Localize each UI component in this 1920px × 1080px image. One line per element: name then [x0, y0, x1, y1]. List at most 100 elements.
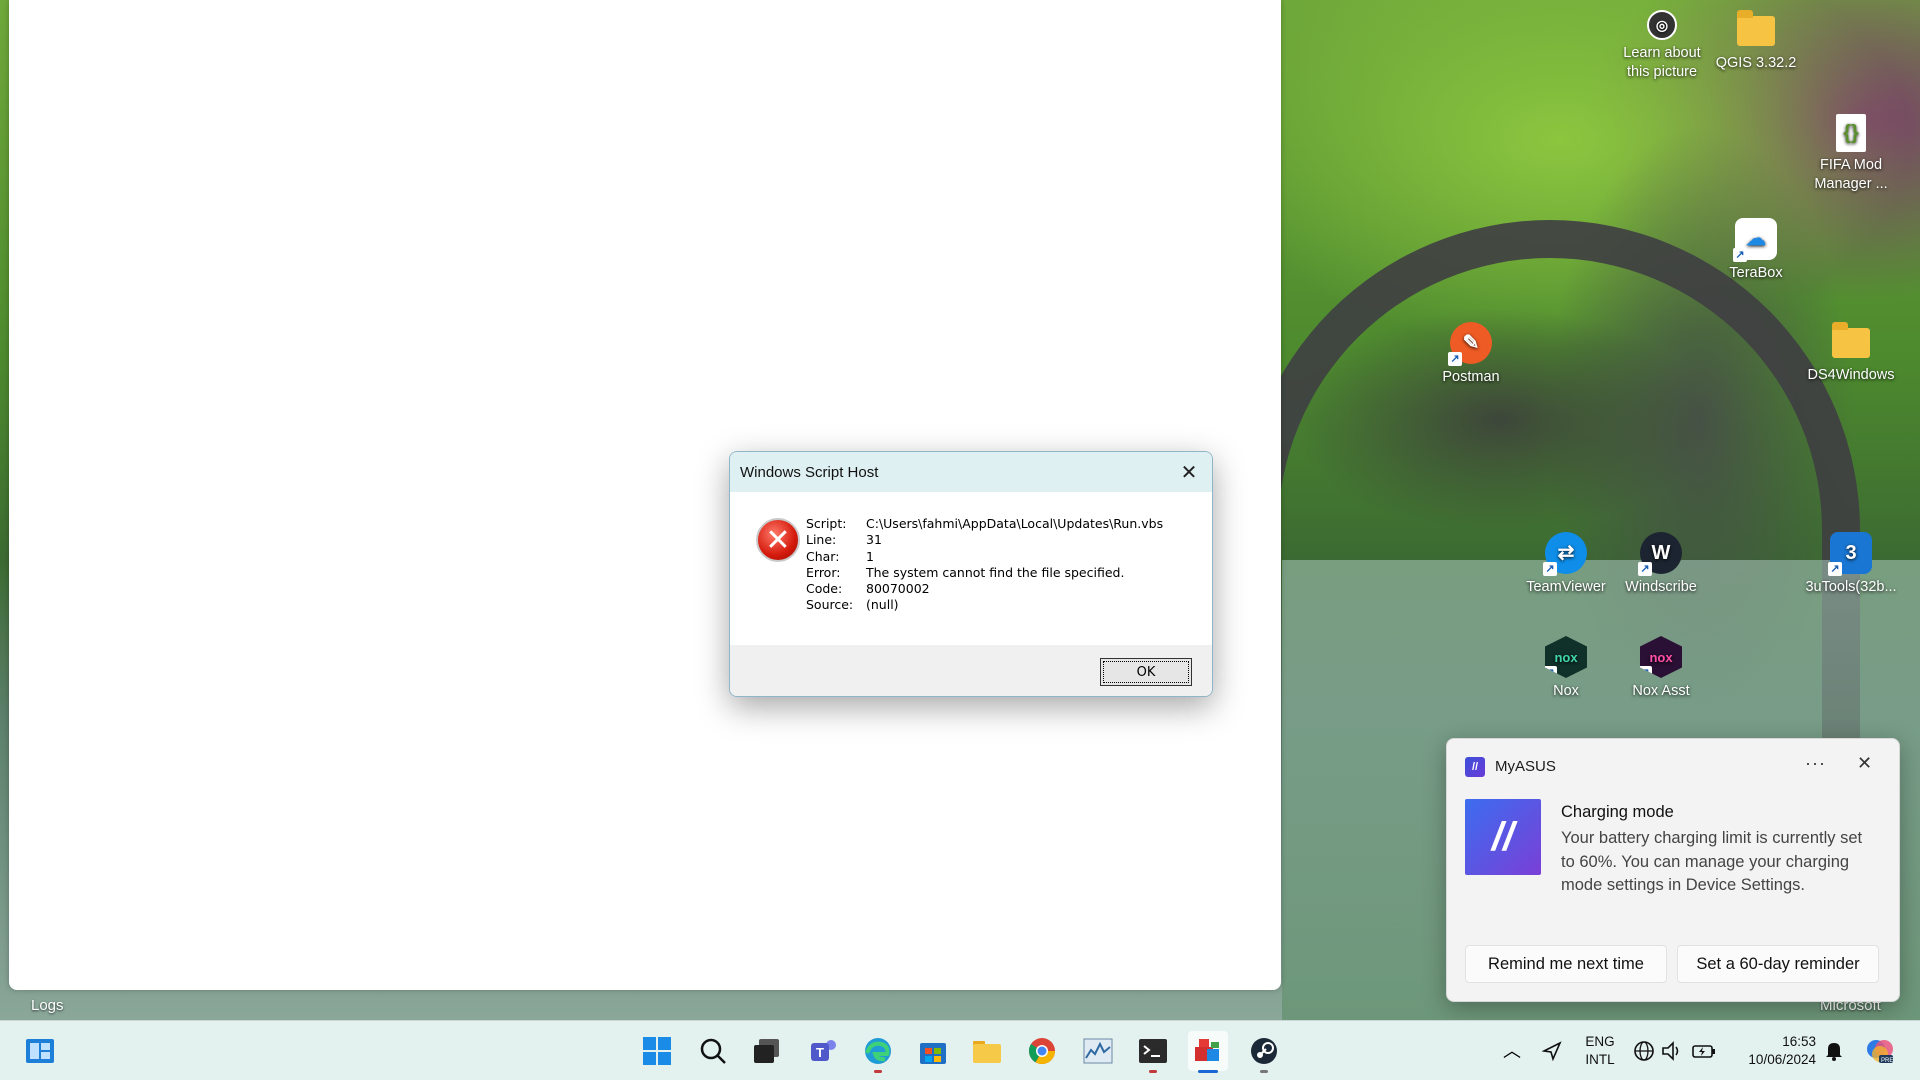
- error-row-code: Code: 80070002: [806, 581, 1163, 597]
- chrome-button[interactable]: [1022, 1031, 1062, 1071]
- error-value: C:\Users\fahmi\AppData\Local\Updates\Run…: [866, 516, 1164, 531]
- script-host-button[interactable]: [1188, 1031, 1228, 1073]
- close-button[interactable]: ✕: [1166, 452, 1212, 492]
- teams-button[interactable]: T: [804, 1031, 844, 1071]
- start-button[interactable]: [637, 1031, 677, 1071]
- desktop-icon-3utools[interactable]: 3 ↗ 3uTools(32b...: [1803, 532, 1899, 597]
- edge-button[interactable]: [858, 1031, 898, 1073]
- file-explorer-icon: [973, 1041, 1001, 1063]
- postman-icon: ✎ ↗: [1448, 322, 1492, 366]
- clock[interactable]: 16:53 10/06/2024: [1732, 1033, 1816, 1069]
- store-button[interactable]: [913, 1031, 953, 1071]
- desktop-icon-label: Nox: [1553, 683, 1579, 699]
- widgets-button[interactable]: [20, 1031, 60, 1071]
- desktop-icon-teamviewer[interactable]: ⇄ ↗ TeamViewer: [1518, 532, 1614, 597]
- terminal-button[interactable]: [1133, 1031, 1173, 1073]
- error-value: 1: [866, 548, 874, 564]
- toast-heading: Charging mode: [1561, 803, 1674, 821]
- desktop-icon-label: TeamViewer: [1526, 579, 1606, 595]
- desktop-icon-learn-about-picture[interactable]: ◎ Learn about this picture: [1614, 10, 1710, 82]
- location-button[interactable]: [1534, 1031, 1570, 1071]
- dialog-footer: OK: [730, 645, 1212, 696]
- clock-time: 16:53: [1782, 1034, 1816, 1049]
- desktop-icon-terabox[interactable]: ☁ ↗ TeraBox: [1708, 218, 1804, 283]
- volume-icon: [1662, 1041, 1679, 1061]
- edge-icon: [865, 1038, 891, 1064]
- error-value: 80070002: [866, 581, 930, 597]
- error-key: Error:: [806, 564, 841, 580]
- desktop-icon-qgis[interactable]: QGIS 3.32.2: [1708, 10, 1804, 73]
- desktop-icon-label: Postman: [1442, 369, 1500, 385]
- file-explorer-button[interactable]: [967, 1031, 1007, 1071]
- nox-icon: nox ↗: [1545, 636, 1587, 678]
- battery-charging-icon: [1692, 1045, 1715, 1058]
- desktop-icon-label: DS4Windows: [1807, 367, 1895, 383]
- search-button[interactable]: [693, 1031, 733, 1071]
- network-globe-icon: [1634, 1041, 1654, 1061]
- desktop-icon-ds4windows[interactable]: DS4Windows: [1803, 322, 1899, 385]
- desktop-icon-nox[interactable]: nox ↗ Nox: [1518, 636, 1614, 701]
- desktop-icon-label: Nox Asst: [1632, 683, 1690, 699]
- error-row-script: Script: C:\Users\fahmi\AppData\Local\Upda…: [806, 516, 1163, 532]
- desktop-icon-label: 3uTools(32b...: [1805, 579, 1897, 595]
- set-60-day-reminder-button[interactable]: Set a 60-day reminder: [1677, 945, 1879, 983]
- teamviewer-icon: ⇄ ↗: [1543, 532, 1587, 576]
- ok-button[interactable]: OK: [1100, 658, 1192, 686]
- show-hidden-icons-button[interactable]: ︿: [1494, 1031, 1530, 1071]
- svg-text:T: T: [816, 1045, 824, 1060]
- error-value: The system cannot find the file specifie…: [866, 564, 1125, 580]
- script-host-icon: [1195, 1039, 1219, 1061]
- toast-close-button[interactable]: ✕: [1857, 753, 1872, 774]
- toast-body-text: Your battery charging limit is currently…: [1561, 829, 1863, 894]
- location-arrow-icon: [1542, 1041, 1562, 1061]
- taskbar: T ︿ ENG INTL 16:53 10/06/2024 PRE: [0, 1020, 1920, 1080]
- steam-button[interactable]: [1244, 1031, 1284, 1073]
- dialog-titlebar[interactable]: Windows Script Host ✕: [730, 452, 1212, 492]
- teams-icon: T: [811, 1040, 836, 1061]
- notifications-button[interactable]: [1816, 1031, 1852, 1071]
- more-options-button[interactable]: ···: [1805, 753, 1826, 774]
- error-icon: ✕: [756, 518, 800, 562]
- quick-settings-button[interactable]: [1630, 1031, 1720, 1071]
- steam-icon: [1251, 1038, 1277, 1064]
- desktop-icon-fifa-mod-manager[interactable]: {} FIFA Mod Manager ...: [1803, 114, 1899, 194]
- desktop-icon-nox-asst[interactable]: nox ↗ Nox Asst: [1613, 636, 1709, 701]
- remind-next-time-button[interactable]: Remind me next time: [1465, 945, 1667, 983]
- myasus-logo-icon: //: [1465, 799, 1541, 875]
- running-indicator: [874, 1070, 882, 1073]
- active-indicator: [1198, 1070, 1218, 1073]
- myasus-app-icon: //: [1465, 757, 1485, 777]
- json-file-icon: {}: [1836, 114, 1866, 152]
- copilot-button[interactable]: PRE: [1860, 1031, 1900, 1071]
- store-icon: [920, 1043, 946, 1064]
- desktop-icon-windscribe[interactable]: W ↗ Windscribe: [1613, 532, 1709, 597]
- bell-icon: [1826, 1043, 1842, 1061]
- error-row-char: Char: 1: [806, 549, 1163, 565]
- desktop-icon-label: Learn about this picture: [1623, 45, 1701, 80]
- chrome-icon: [1028, 1038, 1056, 1065]
- 3utools-icon: 3 ↗: [1828, 532, 1872, 576]
- task-view-icon: [754, 1039, 779, 1063]
- error-key: Script:: [806, 516, 847, 531]
- task-view-button[interactable]: [747, 1031, 787, 1071]
- script-host-dialog: Windows Script Host ✕ ✕ Script: C:\Users\…: [729, 451, 1213, 697]
- error-key: Char:: [806, 548, 840, 564]
- desktop-icon-label: QGIS 3.32.2: [1715, 55, 1797, 71]
- copilot-icon: PRE: [1867, 1040, 1893, 1064]
- language-indicator[interactable]: ENG INTL: [1578, 1033, 1622, 1069]
- windscribe-icon: W ↗: [1638, 532, 1682, 576]
- myasus-notification[interactable]: // MyASUS ··· ✕ // Charging mode Your ba…: [1446, 738, 1900, 1002]
- desktop-icon-postman[interactable]: ✎ ↗ Postman: [1423, 322, 1519, 387]
- cloud-icon: ☁ ↗: [1733, 218, 1777, 262]
- dialog-title: Windows Script Host: [740, 463, 879, 481]
- error-value: (null): [866, 597, 899, 613]
- search-icon: [700, 1038, 726, 1064]
- resource-monitor-button[interactable]: [1078, 1031, 1118, 1071]
- language-code: ENG: [1585, 1034, 1615, 1049]
- error-row-error: Error: The system cannot find the file sp…: [806, 565, 1163, 581]
- close-icon: ✕: [1180, 461, 1198, 484]
- error-key: Source:: [806, 597, 854, 613]
- start-icon: [643, 1037, 671, 1065]
- error-key: Code:: [806, 581, 843, 597]
- logs-label: Logs: [31, 997, 64, 1014]
